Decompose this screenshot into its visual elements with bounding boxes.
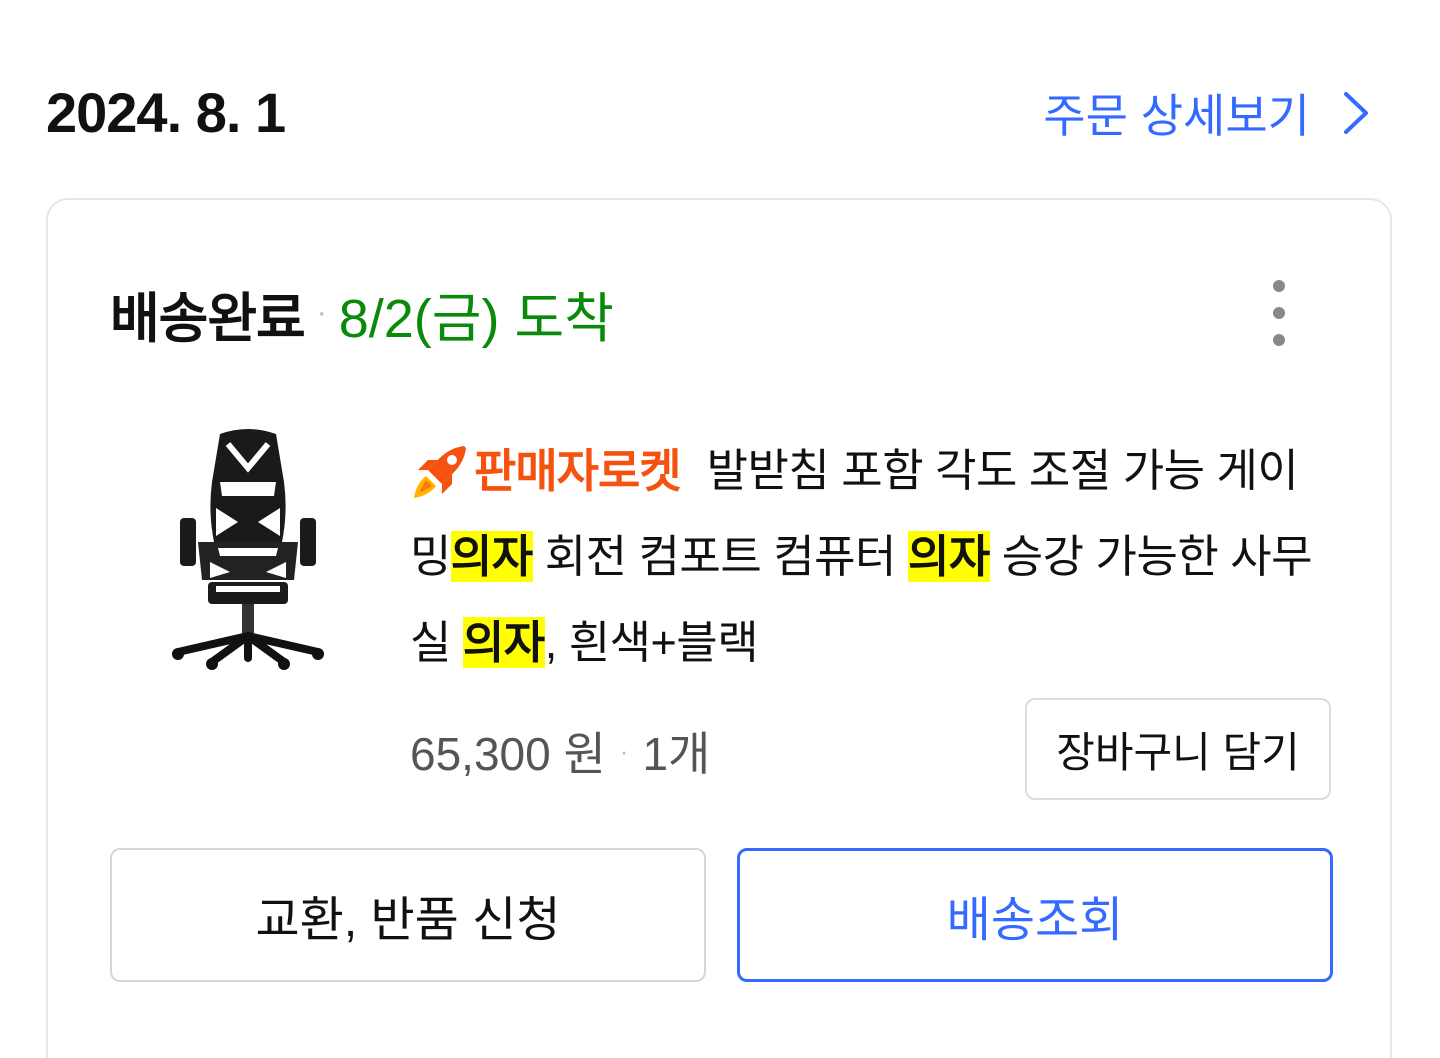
order-header: 2024. 8. 1 주문 상세보기: [46, 78, 1376, 148]
product-quantity: 1개: [642, 728, 711, 780]
track-delivery-button[interactable]: 배송조회: [737, 848, 1333, 982]
product-title[interactable]: 판매자로켓 발받침 포함 각도 조절 가능 게이밍의자 회전 컴포트 컴퓨터 의…: [410, 428, 1330, 686]
arrival-date: 8/2(금) 도착: [338, 288, 614, 349]
seller-rocket-badge: 판매자로켓: [410, 428, 682, 514]
title-highlight: 의자: [462, 617, 545, 668]
chevron-right-icon: [1344, 92, 1368, 134]
product-image[interactable]: [158, 422, 338, 672]
more-options-button[interactable]: [1264, 280, 1294, 346]
price-separator: ·: [619, 735, 629, 766]
title-highlight: 의자: [450, 531, 533, 582]
order-card: 배송완료 · 8/2(금) 도착 판매자로켓 발받침 포함 각도 조절 가능 게…: [46, 198, 1392, 1058]
title-highlight: 의자: [907, 531, 990, 582]
shipping-status: 배송완료: [110, 288, 306, 349]
order-list-page: 2024. 8. 1 주문 상세보기 배송완료 · 8/2(금) 도착 판매자로…: [0, 0, 1440, 1058]
order-date: 2024. 8. 1: [46, 81, 286, 144]
more-vertical-icon: [1273, 280, 1285, 292]
add-to-cart-button[interactable]: 장바구니 담기: [1025, 698, 1331, 800]
order-detail-link[interactable]: 주문 상세보기: [1043, 78, 1376, 148]
product-price: 65,300 원: [410, 728, 606, 780]
title-text: , 흰색+블랙: [544, 617, 759, 668]
shipping-status-row: 배송완료 · 8/2(금) 도착: [110, 278, 614, 349]
title-text: 회전 컴포트 컴퓨터: [532, 531, 908, 582]
rocket-icon: [414, 446, 466, 498]
exchange-return-button[interactable]: 교환, 반품 신청: [110, 848, 706, 982]
price-row: 65,300 원 · 1개: [410, 716, 710, 786]
status-separator: ·: [316, 296, 327, 329]
order-detail-label: 주문 상세보기: [1043, 90, 1310, 142]
seller-rocket-label: 판매자로켓: [474, 445, 682, 497]
